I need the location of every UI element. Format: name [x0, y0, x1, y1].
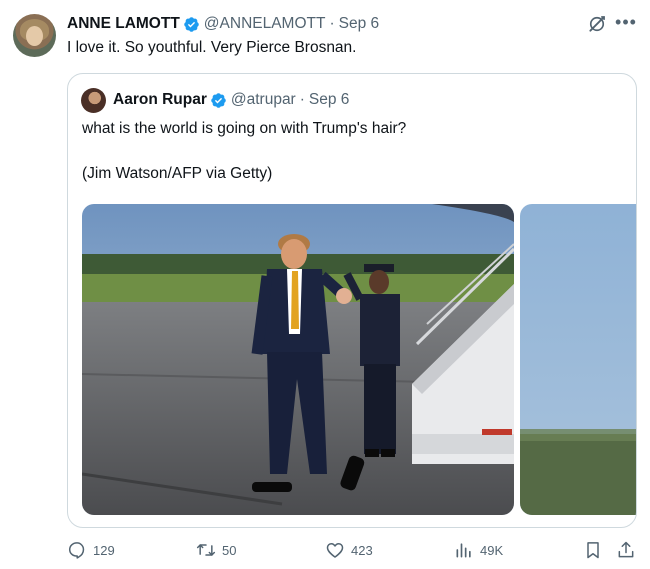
author-avatar[interactable] — [13, 14, 56, 57]
views-button[interactable]: 49K — [454, 540, 503, 560]
share-button[interactable] — [616, 540, 642, 560]
author-handle[interactable]: @ANNELAMOTT — [204, 15, 326, 33]
quoted-tweet-date[interactable]: Sep 6 — [309, 91, 350, 109]
author-name[interactable]: ANNE LAMOTT — [67, 15, 180, 33]
share-icon — [618, 541, 634, 558]
grok-icon[interactable] — [587, 14, 607, 34]
repost-count: 50 — [222, 542, 237, 558]
tweet-header: ANNE LAMOTT @ANNELAMOTT · Sep 6 — [67, 15, 379, 33]
tweet-text: I love it. So youthful. Very Pierce Bros… — [67, 39, 357, 56]
repost-icon — [196, 544, 216, 556]
views-icon — [456, 543, 471, 558]
verified-badge-icon — [184, 16, 199, 32]
reply-button[interactable]: 129 — [67, 540, 115, 560]
quoted-tweet-text: what is the world is going on with Trump… — [82, 120, 407, 137]
verified-badge-icon — [211, 92, 226, 108]
separator: · — [329, 15, 335, 32]
tweet-date[interactable]: Sep 6 — [339, 15, 380, 33]
bookmark-icon — [587, 542, 599, 559]
quoted-tweet-header: Aaron Rupar @atrupar · Sep 6 — [113, 91, 349, 109]
quoted-author-avatar[interactable] — [81, 88, 106, 113]
photo-credit: (Jim Watson/AFP via Getty) — [82, 165, 273, 182]
more-icon[interactable]: ••• — [615, 13, 637, 34]
like-icon — [326, 543, 344, 558]
quoted-author-handle[interactable]: @atrupar — [231, 91, 296, 109]
like-button[interactable]: 423 — [325, 540, 373, 560]
separator: · — [299, 91, 305, 108]
views-count: 49K — [480, 542, 504, 558]
tweet-photo-1[interactable] — [82, 204, 514, 515]
quoted-author-name[interactable]: Aaron Rupar — [113, 91, 207, 109]
tweet-photo-2[interactable] — [520, 204, 637, 515]
reply-icon — [68, 542, 85, 559]
tweet-actions: 129 50 423 49K — [0, 540, 650, 566]
repost-button[interactable]: 50 — [196, 540, 236, 560]
quoted-tweet[interactable]: Aaron Rupar @atrupar · Sep 6 what is the… — [67, 73, 637, 528]
reply-count: 129 — [93, 542, 115, 558]
bookmark-button[interactable] — [583, 540, 609, 560]
like-count: 423 — [351, 542, 373, 558]
